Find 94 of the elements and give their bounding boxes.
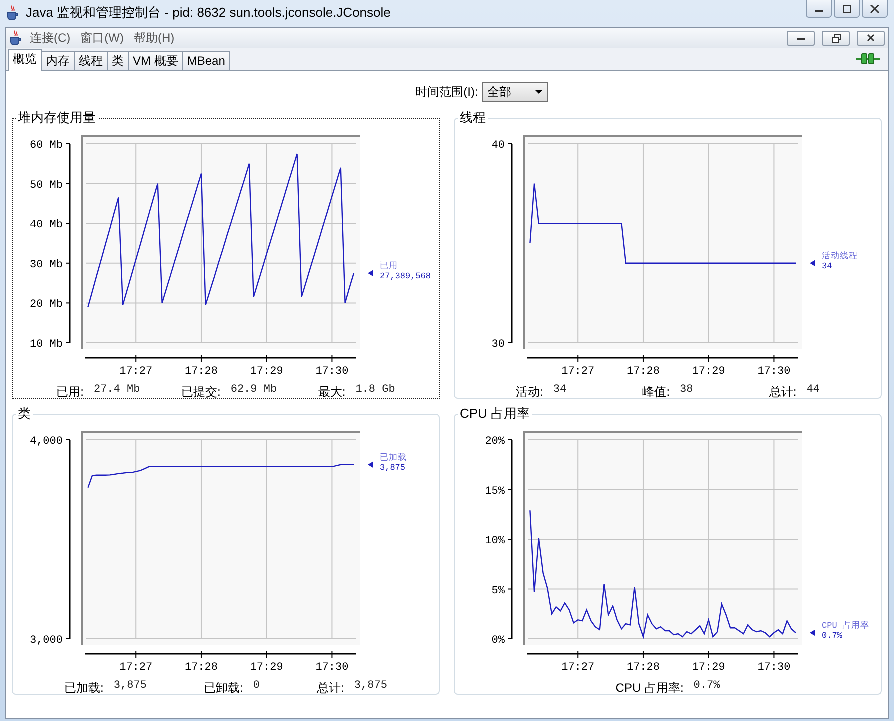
axis-label: 60 Mb — [30, 140, 63, 152]
axis-label: 10% — [485, 536, 505, 548]
axis-label: 17:28 — [184, 366, 218, 375]
tab[interactable]: MBean — [182, 51, 230, 70]
axis-label: 17:30 — [758, 662, 791, 671]
legend-marker-icon — [368, 270, 373, 276]
axis-label: 20% — [485, 436, 505, 448]
stat-label: 峰值: — [642, 384, 670, 401]
axis-label: 17:28 — [184, 662, 218, 671]
axis-label: 10 Mb — [30, 339, 63, 351]
legend-marker-icon — [810, 630, 815, 636]
stat-label: 总计: — [769, 384, 797, 401]
stat-value: 1.8 Gb — [356, 384, 396, 398]
menu-item[interactable]: 帮助(H) — [131, 30, 178, 46]
panel-title: 线程 — [459, 109, 487, 127]
stat-label: 已用: — [56, 384, 84, 401]
axis-label: 17:29 — [692, 366, 726, 375]
caret-icon — [535, 90, 544, 94]
axis-label: 4,000 — [30, 436, 63, 448]
legend-marker-icon — [810, 260, 815, 266]
stat-value: 0.7% — [694, 680, 720, 694]
axis-label: 17:27 — [120, 662, 153, 671]
stat-label: 已加载: — [64, 680, 104, 697]
axis-label: 17:29 — [250, 662, 284, 671]
axis-label: 40 — [492, 140, 505, 152]
minimize-button[interactable] — [806, 0, 832, 18]
legend-label: 已用 — [380, 261, 398, 272]
axis-label: 17:30 — [758, 366, 791, 375]
close-button[interactable] — [862, 0, 888, 18]
stat-label: 活动: — [516, 384, 544, 401]
close-button[interactable] — [857, 30, 885, 46]
legend-label: 活动线程 — [822, 251, 858, 262]
minimize-icon — [797, 36, 805, 40]
axis-label: 40 Mb — [30, 220, 63, 232]
stat-value: 62.9 Mb — [230, 384, 278, 398]
restore-button[interactable] — [822, 30, 850, 46]
axis-label: 17:27 — [562, 662, 595, 671]
axis-label: 30 Mb — [30, 259, 63, 272]
coffee-cup-icon — [9, 30, 23, 46]
legend-value: 34 — [822, 261, 832, 272]
legend-value: 0.7% — [822, 631, 842, 642]
close-icon — [870, 4, 880, 12]
restore-icon — [832, 34, 840, 42]
axis-label: 0% — [492, 635, 505, 647]
axis-label: 5% — [492, 585, 505, 598]
tab[interactable]: 线程 — [74, 51, 108, 70]
maximize-button[interactable] — [834, 0, 860, 18]
minimize-button[interactable] — [787, 30, 815, 46]
axis-label: 17:28 — [626, 366, 660, 375]
tab[interactable]: VM 概要 — [128, 51, 184, 70]
stat-value: 0 — [253, 680, 260, 694]
menu-item[interactable]: 窗口(W) — [78, 30, 127, 46]
panel-title: CPU 占用率 — [459, 405, 532, 423]
stat-label: 总计: — [317, 680, 344, 697]
time-range-label: 时间范围(I): — [416, 84, 478, 100]
stat-value: 27.4 Mb — [94, 384, 140, 398]
window-title: Java 监视和管理控制台 - pid: 8632 sun.tools.jconsole.JConsole — [26, 4, 392, 22]
axis-label: 17:29 — [692, 662, 726, 671]
axis-label: 17:28 — [626, 662, 660, 671]
stat-label: 最大: — [318, 384, 346, 401]
legend-marker-icon — [368, 462, 373, 468]
stat-label: 已提交: — [182, 384, 221, 401]
panel-title: 类 — [17, 405, 32, 423]
legend-label: CPU 占用率 — [822, 621, 870, 632]
stat-value: 34 — [553, 384, 567, 398]
legend-value: 27,389,568 — [380, 271, 432, 282]
tab[interactable]: 内存 — [41, 51, 75, 70]
stat-value: 44 — [806, 384, 820, 398]
stat-label: 已卸载: — [204, 680, 244, 697]
axis-label: 17:29 — [250, 366, 284, 375]
axis-label: 15% — [485, 486, 505, 498]
plug-icon — [856, 53, 880, 65]
axis-label: 17:30 — [316, 662, 349, 671]
coffee-cup-icon — [6, 5, 20, 21]
menu-item[interactable]: 连接(C) — [27, 30, 74, 46]
maximize-icon — [842, 4, 852, 12]
axis-label: 20 Mb — [30, 299, 63, 312]
stat-value: 3,875 — [114, 680, 147, 694]
axis-label: 17:27 — [120, 366, 153, 375]
legend-label: 已加载 — [380, 452, 407, 463]
axis-label: 50 Mb — [30, 180, 63, 192]
axis-label: 3,000 — [30, 635, 63, 647]
stat-value: 3,875 — [354, 680, 388, 694]
panel-title: 堆内存使用量 — [17, 109, 97, 127]
legend-value: 3,875 — [380, 462, 406, 473]
tab[interactable]: 类 — [107, 51, 129, 70]
stat-label: CPU 占用率: — [616, 680, 684, 697]
time-range-dropdown[interactable]: 全部 — [482, 82, 548, 102]
axis-label: 30 — [492, 339, 505, 351]
axis-label: 17:30 — [316, 366, 349, 375]
axis-label: 17:27 — [562, 366, 595, 375]
tab[interactable]: 概览 — [8, 49, 42, 71]
close-icon — [867, 34, 875, 42]
stat-value: 38 — [680, 384, 694, 398]
